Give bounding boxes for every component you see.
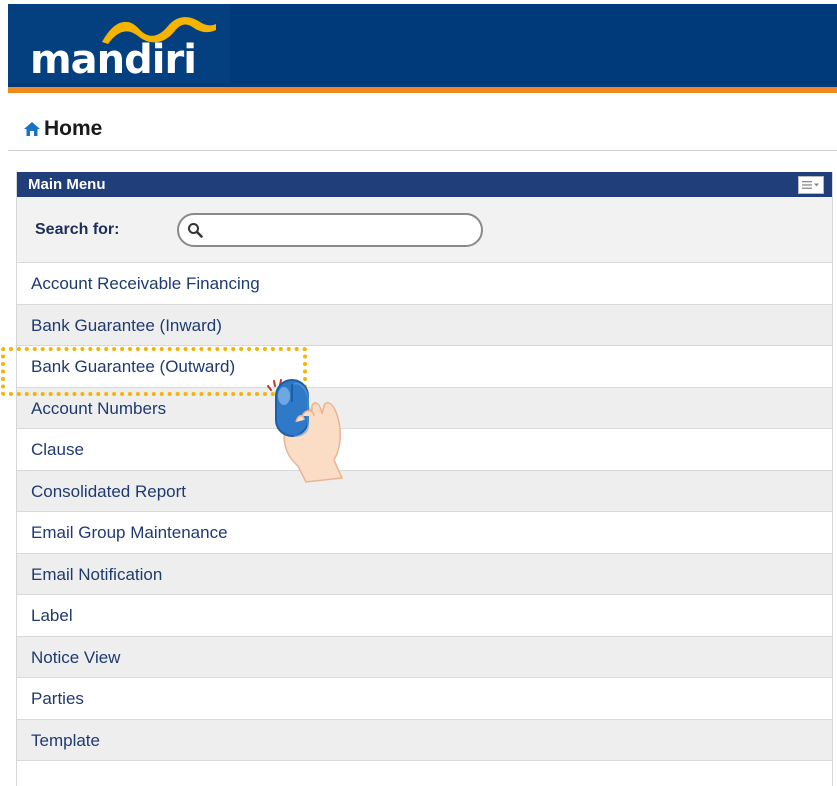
menu-item-bank-guarantee-inward[interactable]: Bank Guarantee (Inward) [17, 304, 832, 346]
search-input[interactable] [209, 216, 481, 243]
top-header: mandiri [8, 4, 837, 87]
menu-item-account-numbers[interactable]: Account Numbers [17, 387, 832, 429]
search-box[interactable] [177, 212, 483, 247]
logo-area: mandiri [8, 4, 230, 83]
menu-item-account-receivable-financing[interactable]: Account Receivable Financing [17, 263, 832, 305]
menu-item-clause[interactable]: Clause [17, 429, 832, 471]
panel-title-label: Main Menu [28, 176, 106, 193]
list-menu-icon [802, 181, 819, 189]
panel-title: Main Menu [17, 172, 832, 197]
search-row: Search for: [17, 197, 832, 263]
menu-item-email-group-maintenance[interactable]: Email Group Maintenance [17, 512, 832, 554]
menu-item-parties[interactable]: Parties [17, 678, 832, 720]
menu-item-consolidated-report[interactable]: Consolidated Report [17, 470, 832, 512]
mandiri-logo[interactable]: mandiri [30, 12, 230, 82]
header-accent-stripe [8, 87, 837, 93]
menu-item-template[interactable]: Template [17, 719, 832, 761]
home-icon[interactable] [23, 120, 41, 138]
breadcrumb-home-label[interactable]: Home [44, 117, 102, 141]
menu-item-notice-view[interactable]: Notice View [17, 636, 832, 678]
breadcrumb-divider [8, 150, 837, 151]
logo-wordmark: mandiri [30, 37, 197, 83]
hand-mouse-click-icon [267, 379, 344, 483]
menu-item-bank-guarantee-outward[interactable]: Bank Guarantee (Outward) [17, 346, 832, 388]
search-label: Search for: [35, 220, 120, 238]
breadcrumb: Home [23, 114, 102, 144]
menu-item-label[interactable]: Label [17, 595, 832, 637]
search-icon [188, 222, 203, 238]
main-menu-panel: Main Menu Search for: Account Receivable… [16, 172, 833, 786]
panel-menu-button[interactable] [798, 176, 824, 194]
menu-item-email-notification[interactable]: Email Notification [17, 553, 832, 595]
